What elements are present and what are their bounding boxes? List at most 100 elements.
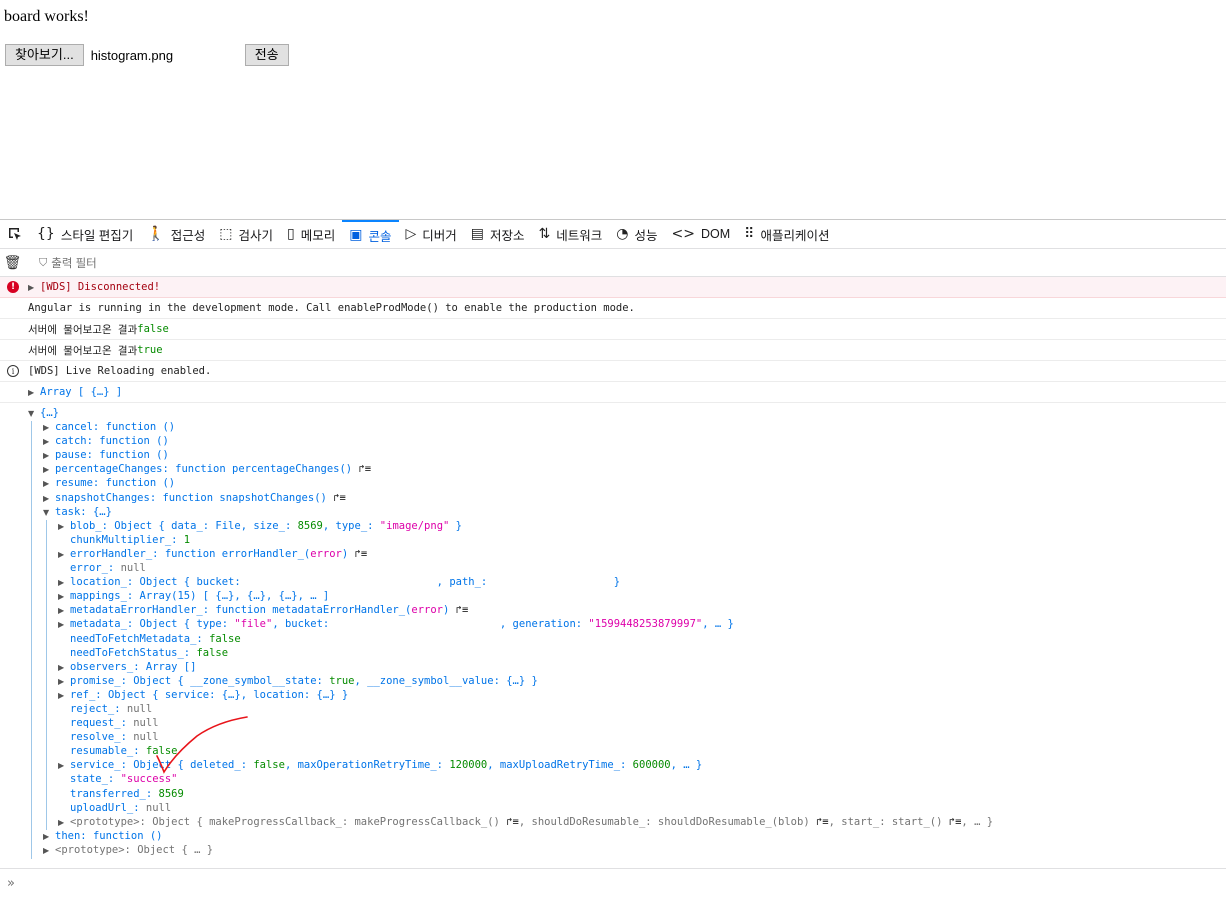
expand-arrow-icon[interactable]: ▶ xyxy=(58,689,70,703)
tab-style-editor[interactable]: {} 스타일 편집기 xyxy=(30,220,140,248)
filter-placeholder: 출력 필터 xyxy=(51,257,97,270)
console-icon: ▣ xyxy=(349,227,363,243)
task-property[interactable]: needToFetchMetadata_: false xyxy=(0,632,1226,646)
task-property[interactable]: ▶ promise_: Object { __zone_symbol__state… xyxy=(0,674,1226,688)
expand-arrow-icon[interactable]: ▶ xyxy=(58,618,70,632)
expand-arrow-icon[interactable]: ▶ xyxy=(58,548,70,562)
console-message: 서버에 물어보고온 결과 true xyxy=(0,340,1226,361)
tab-dom[interactable]: <> DOM xyxy=(665,220,738,248)
redacted-value xyxy=(247,576,437,588)
console-message: 서버에 물어보고온 결과 false xyxy=(0,319,1226,340)
collapse-arrow-icon[interactable]: ▼ xyxy=(28,407,40,421)
inspector-icon: ⬚ xyxy=(219,226,233,242)
tab-accessibility[interactable]: 🚶 접근성 xyxy=(140,220,212,248)
expand-arrow-icon[interactable]: ▶ xyxy=(28,388,40,397)
console-message-info: i [WDS] Live Reloading enabled. xyxy=(0,361,1226,382)
object-property[interactable]: ▶ percentageChanges: function percentageC… xyxy=(0,462,1226,476)
object-property[interactable]: ▶ cancel: function () xyxy=(0,420,1226,434)
application-icon: ⠿ xyxy=(744,226,755,242)
expand-arrow-icon[interactable]: ▶ xyxy=(43,477,55,491)
debugger-icon: ▷ xyxy=(405,226,417,242)
task-property[interactable]: ▶ blob_: Object { data_: File, size_: 856… xyxy=(0,519,1226,533)
task-property[interactable]: ▶ observers_: Array [] xyxy=(0,660,1226,674)
checkmark-annotation xyxy=(156,716,248,774)
task-property[interactable]: error_: null xyxy=(0,561,1226,575)
jump-to-definition-icon[interactable]: ↱≡ xyxy=(333,492,346,504)
expand-arrow-icon[interactable]: ▶ xyxy=(43,421,55,435)
info-icon: i xyxy=(7,365,19,377)
performance-icon: ◔ xyxy=(616,226,629,242)
tab-console[interactable]: ▣ 콘솔 xyxy=(342,220,399,248)
tab-storage[interactable]: ▤ 저장소 xyxy=(464,220,532,248)
task-property[interactable]: ▶ metadata_: Object { type: "file", bucke… xyxy=(0,617,1226,631)
expand-arrow-icon[interactable]: ▶ xyxy=(43,844,55,858)
console-input[interactable]: » xyxy=(0,868,1226,898)
chevron-double-right-icon: » xyxy=(7,876,15,891)
expand-arrow-icon[interactable]: ▶ xyxy=(58,661,70,675)
braces-icon: {} xyxy=(37,226,55,242)
tab-memory[interactable]: ▯ 메모리 xyxy=(280,220,342,248)
submit-button[interactable]: 전송 xyxy=(244,44,289,66)
browse-button[interactable]: 찾아보기... xyxy=(5,44,84,66)
trash-icon[interactable]: 🗑 xyxy=(0,255,25,271)
tab-performance[interactable]: ◔ 성능 xyxy=(609,220,664,248)
collapse-arrow-icon[interactable]: ▼ xyxy=(43,506,55,520)
object-property[interactable]: ▶ pause: function () xyxy=(0,448,1226,462)
object-property[interactable]: ▶ catch: function () xyxy=(0,434,1226,448)
task-property[interactable]: ▶ mappings_: Array(15) [ {…}, {…}, {…}, …… xyxy=(0,589,1226,603)
jump-to-definition-icon[interactable]: ↱≡ xyxy=(949,816,962,828)
tab-network[interactable]: ⇅ 네트워크 xyxy=(532,220,610,248)
object-property[interactable]: ▶ <prototype>: Object { … } xyxy=(0,843,1226,857)
jump-to-definition-icon[interactable]: ↱≡ xyxy=(358,463,371,475)
filter-input[interactable]: ⛉ 출력 필터 xyxy=(39,255,97,271)
console-message-error: ! ▶ [WDS] Disconnected! xyxy=(0,277,1226,298)
memory-icon: ▯ xyxy=(287,226,295,242)
jump-to-definition-icon[interactable]: ↱≡ xyxy=(506,816,519,828)
tab-inspector[interactable]: ⬚ 검사기 xyxy=(212,220,280,248)
task-property[interactable]: ▶ errorHandler_: function errorHandler_(e… xyxy=(0,547,1226,561)
object-property[interactable]: ▼ task: {…} xyxy=(0,505,1226,519)
redacted-value xyxy=(336,618,500,630)
expand-arrow-icon[interactable]: ▶ xyxy=(43,492,55,506)
expand-arrow-icon[interactable]: ▶ xyxy=(28,283,40,292)
console-message: ▶ Array [ {…} ] xyxy=(0,382,1226,403)
expand-arrow-icon[interactable]: ▶ xyxy=(58,604,70,618)
expand-arrow-icon[interactable]: ▶ xyxy=(43,435,55,449)
expand-arrow-icon[interactable]: ▶ xyxy=(58,520,70,534)
storage-icon: ▤ xyxy=(470,226,485,242)
devtools-panel: {} 스타일 편집기 🚶 접근성 ⬚ 검사기 ▯ 메모리 ▣ 콘솔 ▷ 디버거 ▤ 저장소 ⇅… xyxy=(0,219,1226,915)
jump-to-definition-icon[interactable]: ↱≡ xyxy=(456,604,469,616)
jump-to-definition-icon[interactable]: ↱≡ xyxy=(816,816,829,828)
object-property[interactable]: ▶ snapshotChanges: function snapshotChang… xyxy=(0,491,1226,505)
task-property[interactable]: needToFetchStatus_: false xyxy=(0,646,1226,660)
jump-to-definition-icon[interactable]: ↱≡ xyxy=(355,548,368,560)
expand-arrow-icon[interactable]: ▶ xyxy=(58,759,70,773)
console-toolbar: 🗑 ⛉ 출력 필터 xyxy=(0,249,1226,277)
filter-icon: ⛉ xyxy=(39,255,48,269)
console-message: Angular is running in the development mo… xyxy=(0,298,1226,319)
expand-arrow-icon[interactable]: ▶ xyxy=(43,830,55,844)
selected-filename: histogram.png xyxy=(90,47,174,63)
task-property[interactable]: ▶ ref_: Object { service: {…}, location: … xyxy=(0,688,1226,702)
accessibility-icon: 🚶 xyxy=(147,226,165,242)
task-property[interactable]: ▶ metadataErrorHandler_: function metadat… xyxy=(0,603,1226,617)
task-property[interactable]: uploadUrl_: null xyxy=(0,801,1226,815)
devtools-tabbar: {} 스타일 편집기 🚶 접근성 ⬚ 검사기 ▯ 메모리 ▣ 콘솔 ▷ 디버거 ▤ 저장소 ⇅… xyxy=(0,220,1226,249)
object-property[interactable]: ▶ then: function () xyxy=(0,829,1226,843)
object-property[interactable]: ▶ resume: function () xyxy=(0,476,1226,490)
task-property[interactable]: transferred_: 8569 xyxy=(0,787,1226,801)
expand-arrow-icon[interactable]: ▶ xyxy=(58,576,70,590)
task-property[interactable]: chunkMultiplier_: 1 xyxy=(0,533,1226,547)
expand-arrow-icon[interactable]: ▶ xyxy=(43,463,55,477)
tab-debugger[interactable]: ▷ 디버거 xyxy=(399,220,464,248)
task-property[interactable]: ▶ <prototype>: Object { makeProgressCallb… xyxy=(0,815,1226,829)
tab-application[interactable]: ⠿ 애플리케이션 xyxy=(737,220,836,248)
expand-arrow-icon[interactable]: ▶ xyxy=(58,816,70,830)
page-title: board works! xyxy=(4,8,89,25)
network-icon: ⇅ xyxy=(538,226,551,242)
expand-arrow-icon[interactable]: ▶ xyxy=(43,449,55,463)
element-picker-button[interactable] xyxy=(0,220,30,248)
expand-arrow-icon[interactable]: ▶ xyxy=(58,675,70,689)
task-property[interactable]: ▶ location_: Object { bucket: , path_: } xyxy=(0,575,1226,589)
expand-arrow-icon[interactable]: ▶ xyxy=(58,590,70,604)
